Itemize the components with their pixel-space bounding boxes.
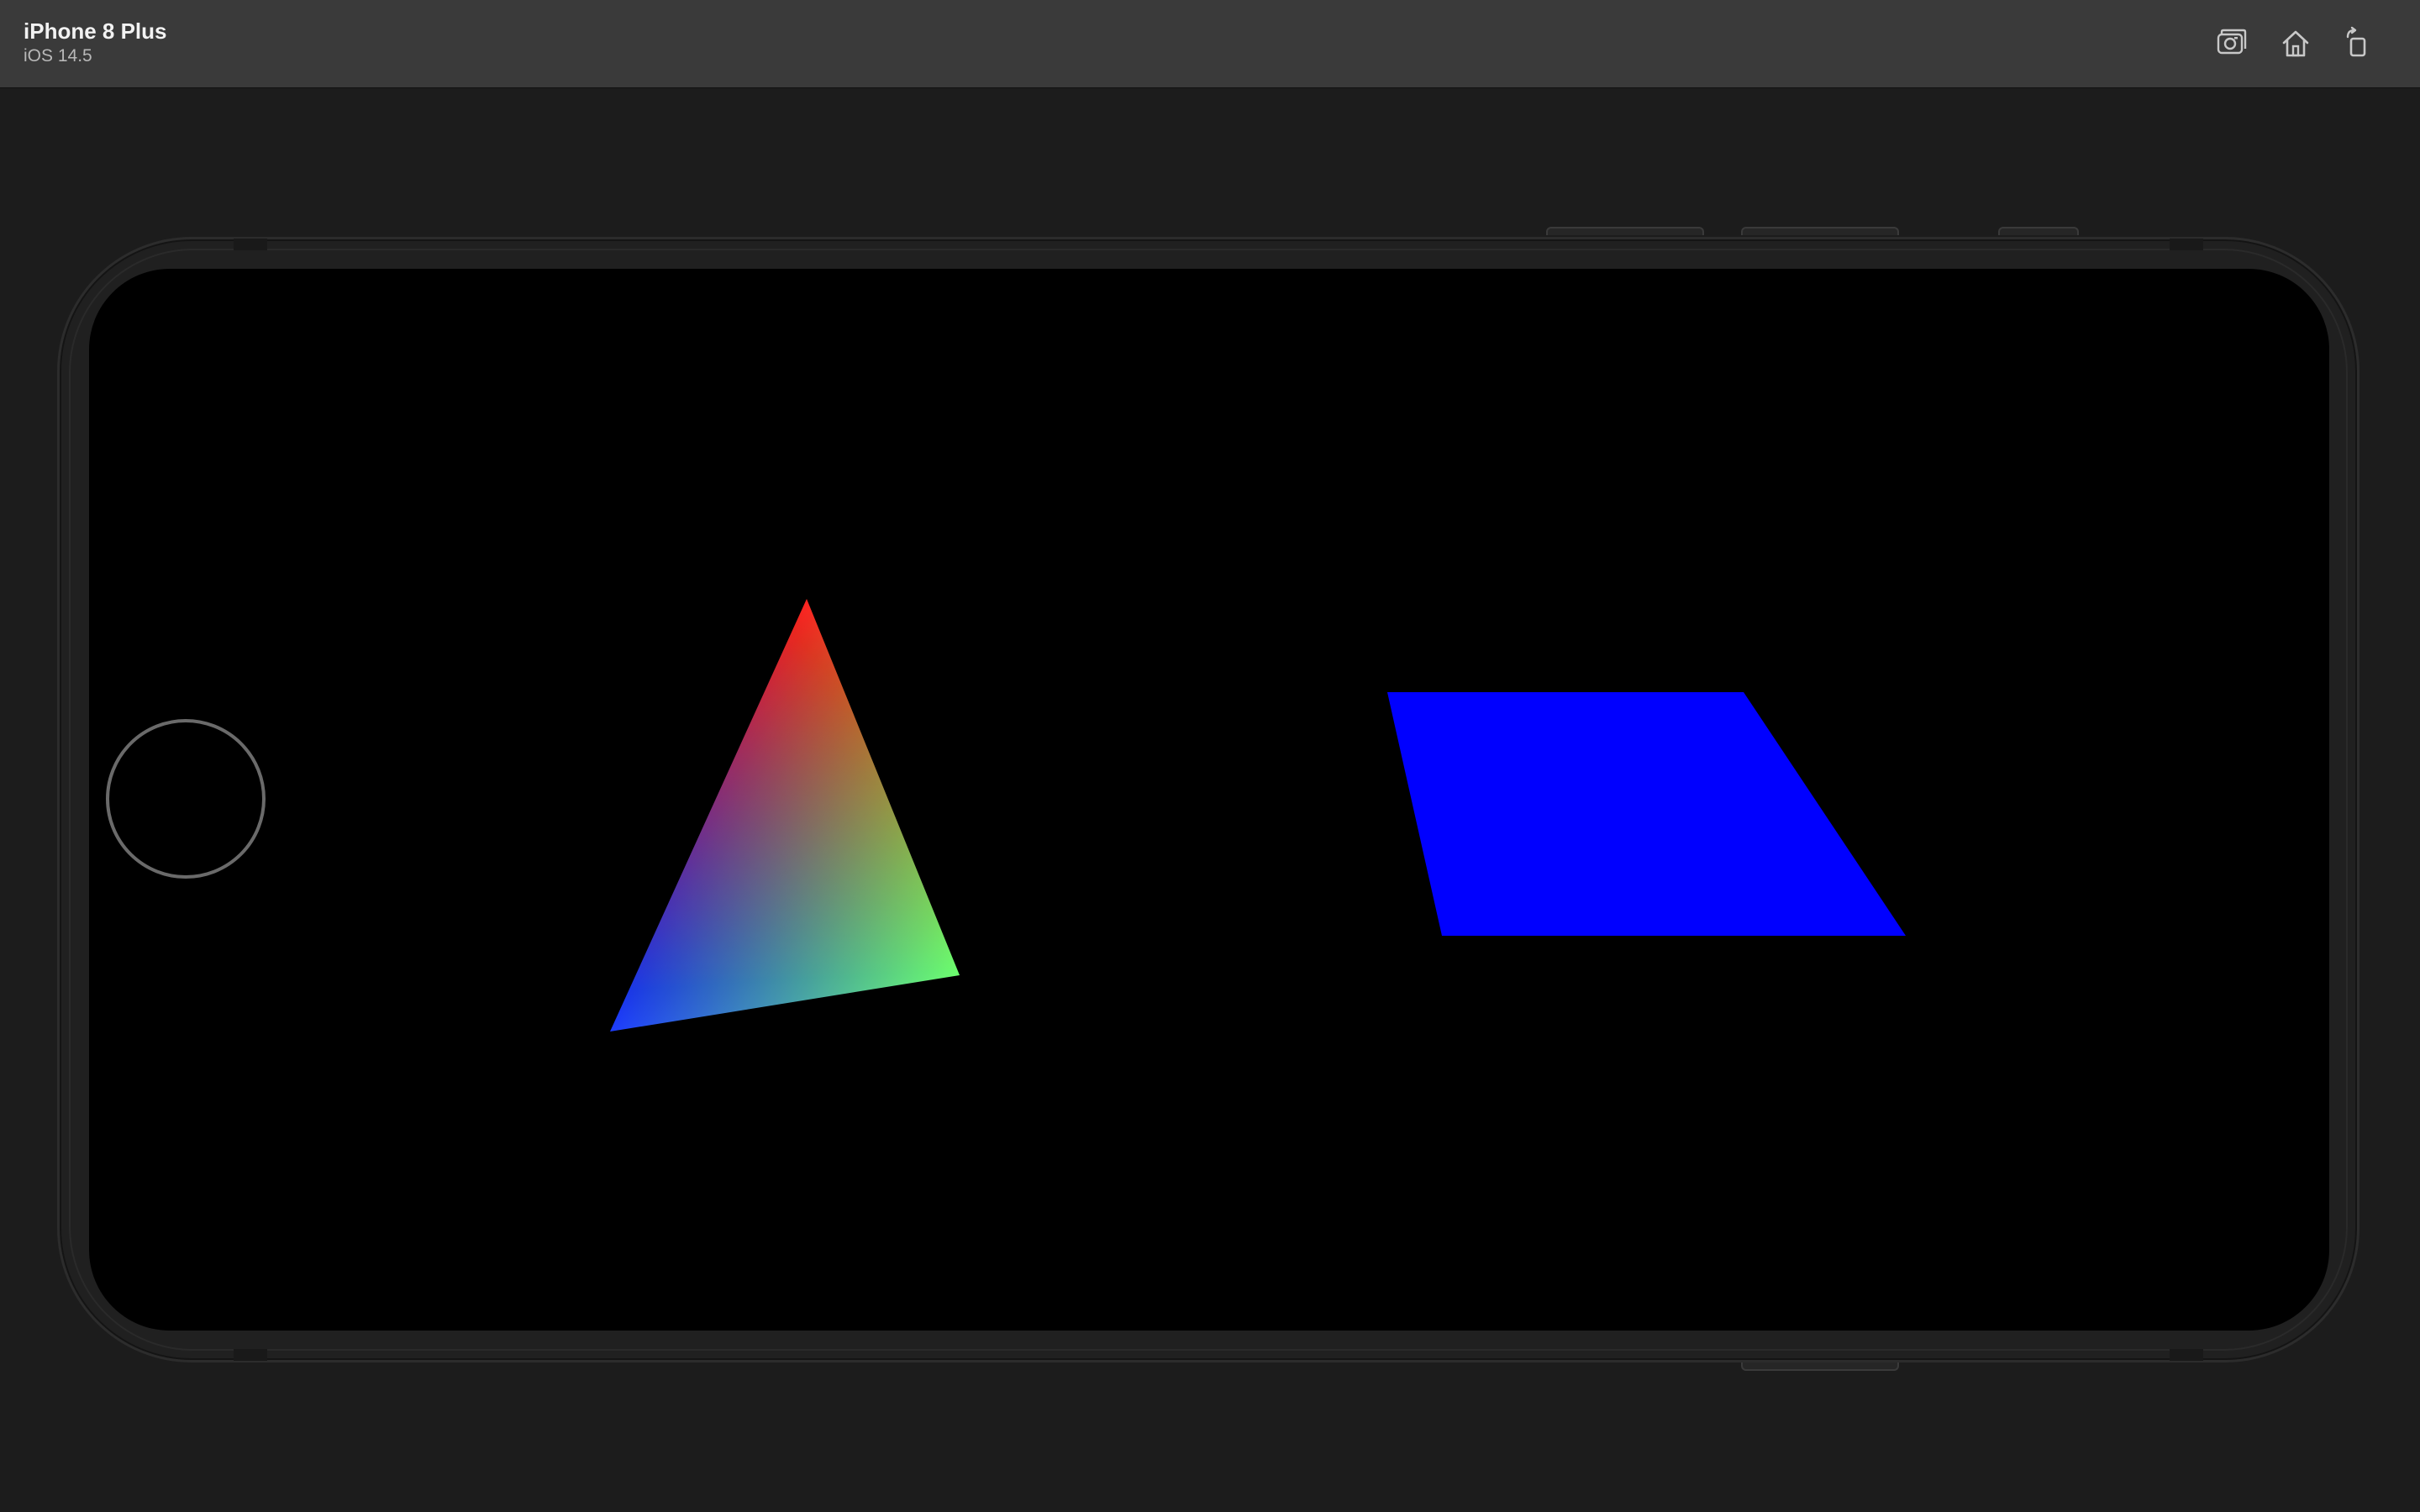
device-name: iPhone 8 Plus [24, 18, 167, 44]
frame-band-top-left [234, 239, 267, 250]
device-screen[interactable] [89, 269, 2329, 1331]
home-button-toolbar[interactable] [2274, 24, 2317, 64]
triangle-mesh [610, 599, 960, 1032]
os-version: iOS 14.5 [24, 46, 92, 66]
screenshot-button[interactable] [2210, 24, 2254, 64]
device-home-button[interactable] [106, 719, 266, 879]
rotate-button[interactable] [2336, 24, 2380, 64]
simulator-titlebar: iPhone 8 Plus iOS 14.5 [0, 0, 2420, 88]
metal-render-view [610, 599, 1906, 1032]
frame-band-top-right [2170, 239, 2203, 250]
top-side-button-1[interactable] [1546, 227, 1704, 235]
top-side-button-3[interactable] [1998, 227, 2079, 235]
bottom-side-button[interactable] [1741, 1362, 1899, 1371]
frame-band-bottom-right [2170, 1349, 2203, 1361]
parallelogram-mesh [1387, 692, 1906, 936]
top-side-button-2[interactable] [1741, 227, 1899, 235]
home-icon [2282, 30, 2309, 57]
frame-band-bottom-left [234, 1349, 267, 1361]
camera-icon [2217, 29, 2247, 55]
rotate-icon [2346, 26, 2366, 57]
